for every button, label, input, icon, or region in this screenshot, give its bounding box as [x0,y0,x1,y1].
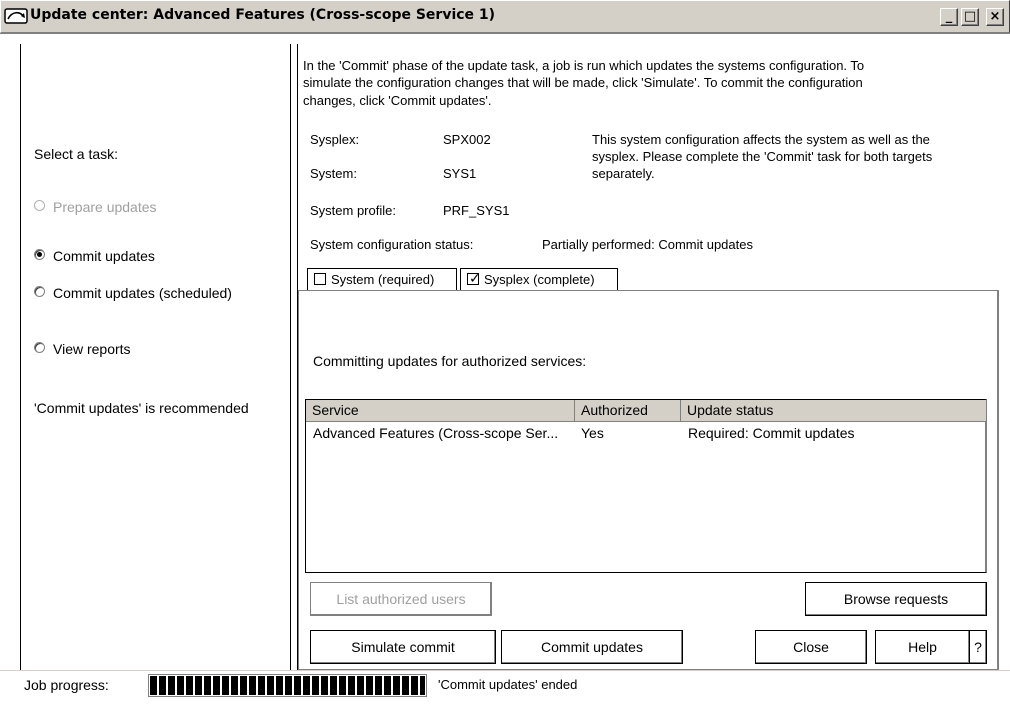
config-status-value: Partially performed: Commit updates [542,237,753,252]
column-header-authorized[interactable]: Authorized [575,400,681,422]
column-header-service[interactable]: Service [306,400,575,422]
tab-system-required[interactable]: System (required) [307,268,457,290]
radio-button[interactable] [34,249,45,260]
help-button[interactable]: Help [875,630,970,664]
system-value: SYS1 [443,166,477,181]
cell-authorized: Yes [581,425,604,441]
radio-button[interactable] [34,342,45,353]
tab-label: Sysplex (complete) [484,272,595,287]
select-task-label: Select a task: [34,146,119,162]
radio-button[interactable] [34,286,45,297]
job-progress-fill [150,676,425,695]
close-window-button[interactable]: × [986,8,1004,26]
tab-label: System (required) [331,272,435,287]
system-label: System: [310,166,357,181]
intro-line-1: In the 'Commit' phase of the update task… [303,58,865,73]
title-bar: Update center: Advanced Features (Cross-… [0,0,1010,34]
simulate-commit-button[interactable]: Simulate commit [310,630,496,664]
column-header-update-status[interactable]: Update status [681,400,986,422]
radio-button[interactable] [34,200,45,211]
intro-line-2: simulate the configuration changes that … [303,75,863,90]
tab-sysplex-complete[interactable]: ✓ Sysplex (complete) [460,268,618,290]
system-profile-label: System profile: [310,203,396,218]
config-note-line-2: sysplex. Please complete the 'Commit' ta… [592,149,933,164]
maximize-button[interactable]: □ [961,8,979,26]
job-progress-label: Job progress: [24,677,109,693]
window-title: Update center: Advanced Features (Cross-… [30,7,496,23]
cell-update-status: Required: Commit updates [688,425,855,441]
recommendation-text: 'Commit updates' is recommended [34,400,249,416]
context-help-button[interactable]: ? [969,630,987,664]
minimize-button[interactable]: _ [940,8,958,26]
commit-updates-button[interactable]: Commit updates [501,630,683,664]
system-profile-value: PRF_SYS1 [443,203,510,218]
cell-service: Advanced Features (Cross-scope Ser... [313,425,559,441]
task-panel [20,44,291,670]
sysplex-label: Sysplex: [310,132,360,147]
list-authorized-users-button[interactable]: List authorized users [310,582,492,616]
config-note-line-1: This system configuration affects the sy… [592,132,930,147]
radio-label: View reports [53,341,131,357]
status-divider [0,670,1010,671]
intro-line-3: changes, click 'Commit updates'. [303,93,492,108]
committing-heading: Committing updates for authorized servic… [313,353,587,369]
status-message: 'Commit updates' ended [438,677,578,692]
config-note-line-3: separately. [592,166,655,181]
radio-label: Commit updates [53,248,155,264]
browse-requests-button[interactable]: Browse requests [805,582,987,616]
table-header: Service Authorized Update status [306,400,986,422]
close-button[interactable]: Close [755,630,867,664]
checkbox-icon[interactable] [314,273,326,285]
radio-label: Commit updates (scheduled) [53,285,232,301]
update-center-icon [4,8,28,24]
sysplex-value: SPX002 [443,132,491,147]
services-table[interactable]: Service Authorized Update status Advance… [305,399,987,573]
config-status-label: System configuration status: [310,237,474,252]
radio-label: Prepare updates [53,199,157,215]
job-progress-bar [148,674,427,697]
checkbox-checked-icon[interactable]: ✓ [467,271,481,285]
